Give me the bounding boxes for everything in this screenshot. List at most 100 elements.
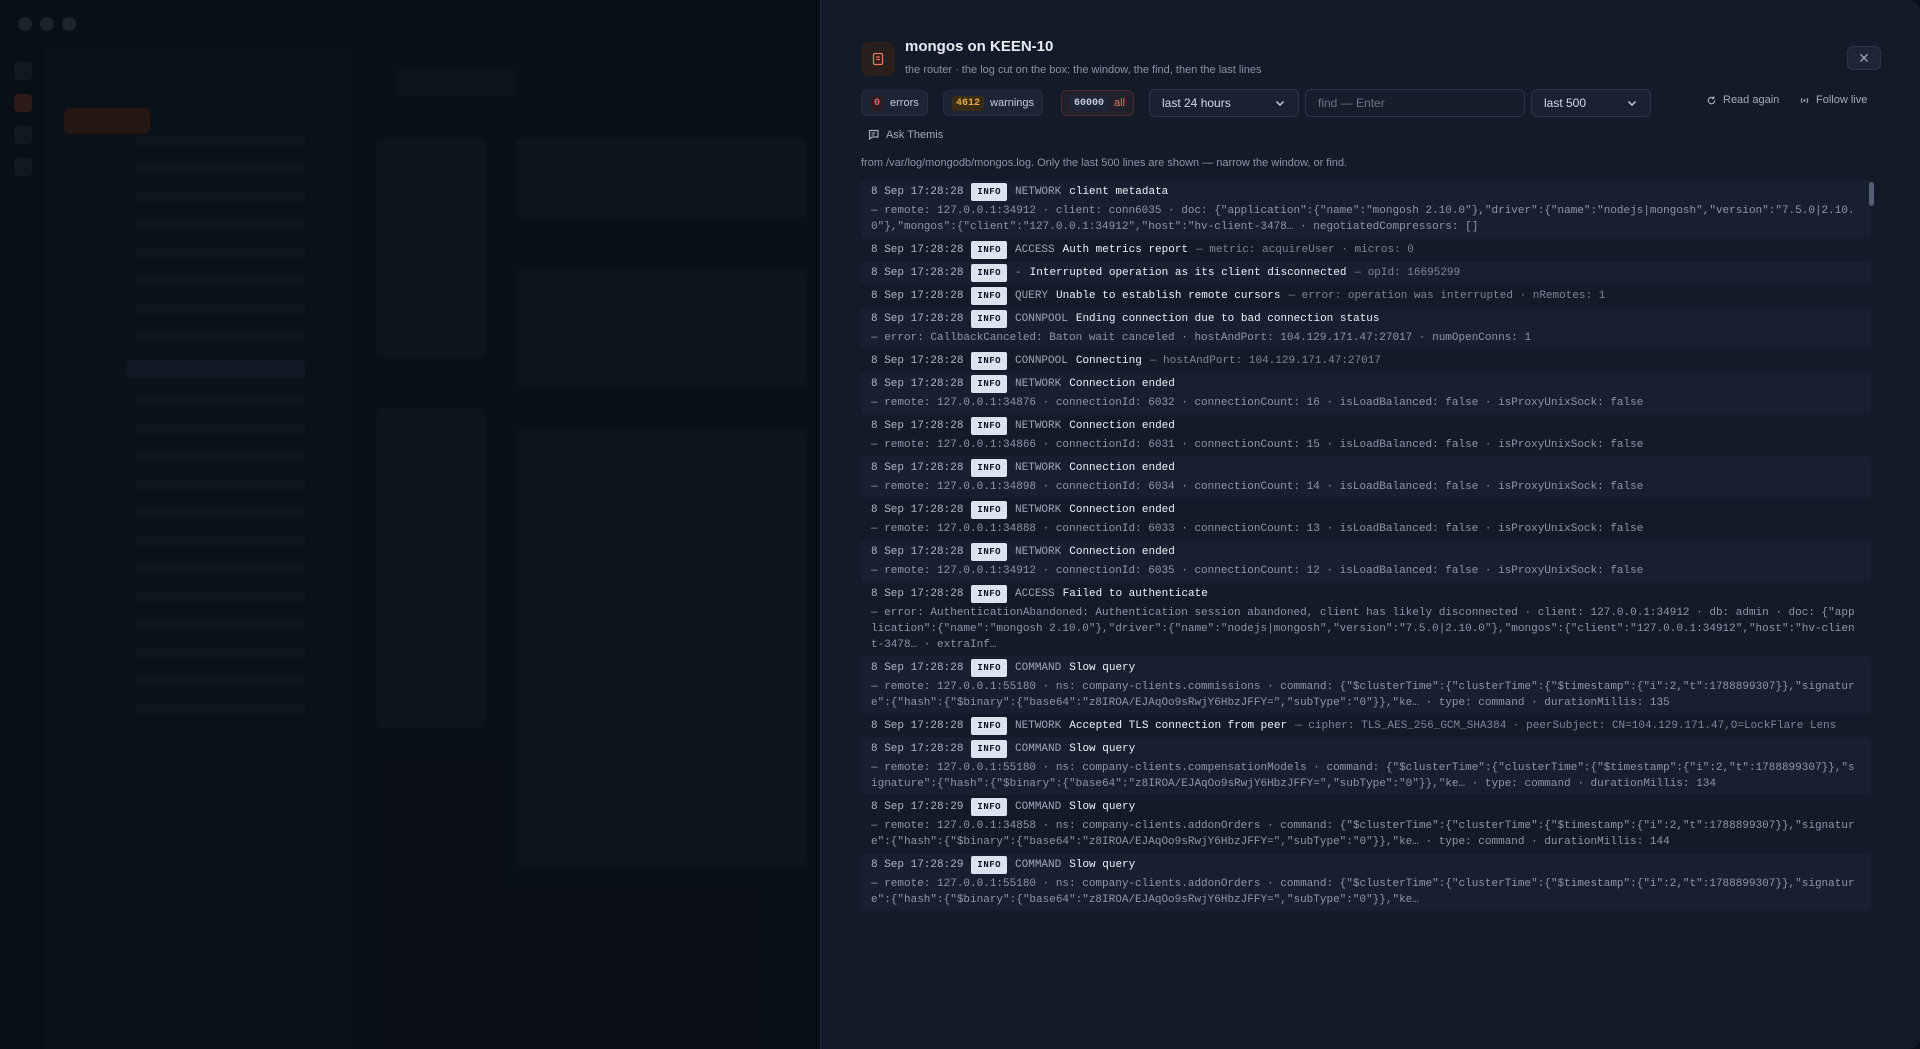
log-attributes: — remote: 127.0.0.1:34898 · connectionId… [871,481,1644,493]
log-entry[interactable]: 8 Sep 17:28:28 INFO COMMAND Slow query — rem… [861,737,1871,795]
log-entry[interactable]: 8 Sep 17:28:28 INFO QUERY Unable to establi… [861,284,1871,307]
log-component: - [1015,266,1022,279]
log-timestamp: 8 Sep 17:28:28 [871,719,964,732]
log-entry-header: 8 Sep 17:28:28 INFO NETWORK Connection ende… [871,374,1861,393]
log-component: NETWORK [1015,419,1062,432]
modal-scrim[interactable] [0,0,820,1049]
log-entry-header: 8 Sep 17:28:28 INFO ACCESS Failed to authen… [871,584,1861,603]
log-inline-attrs: — hostAndPort: 104.129.171.47:27017 [1149,354,1381,367]
log-entry[interactable]: 8 Sep 17:28:28 INFO NETWORK client metadata… [861,180,1871,238]
find-placeholder: find — Enter [1318,96,1385,110]
log-entry[interactable]: 8 Sep 17:28:28 INFO CONNPOOL Connecting — ho… [861,349,1871,372]
log-timestamp: 8 Sep 17:28:28 [871,587,964,600]
log-timestamp: 8 Sep 17:28:28 [871,243,964,256]
log-timestamp: 8 Sep 17:28:28 [871,266,964,279]
log-entry[interactable]: 8 Sep 17:28:29 INFO COMMAND Slow query — rem… [861,795,1871,853]
line-limit-select[interactable]: last 500 [1531,89,1651,117]
log-scroll-thumb[interactable] [1869,182,1874,206]
log-attributes: — remote: 127.0.0.1:55180 · ns: company-… [871,681,1855,709]
find-input[interactable]: find — Enter [1305,89,1525,117]
log-list[interactable]: 8 Sep 17:28:28 INFO NETWORK client metadata… [861,180,1871,967]
log-inline-attrs: — cipher: TLS_AES_256_GCM_SHA384 · peerS… [1295,719,1837,732]
log-message: Interrupted operation as its client disc… [1029,266,1347,279]
follow-live-button[interactable]: Follow live [1799,94,1867,106]
log-entry-header: 8 Sep 17:28:28 INFO NETWORK Connection ende… [871,458,1861,477]
log-entry[interactable]: 8 Sep 17:28:29 INFO COMMAND Slow query — rem… [861,853,1871,911]
log-message: Slow query [1069,800,1136,813]
all-filter-chip[interactable]: 60000 all [1061,90,1135,116]
log-component: CONNPOOL [1015,354,1068,367]
log-component: QUERY [1015,289,1049,302]
read-again-label: Read again [1723,94,1780,106]
log-entry[interactable]: 8 Sep 17:28:28 INFO ACCESS Failed to authen… [861,582,1871,656]
log-message: client metadata [1069,185,1169,198]
log-attributes: — remote: 127.0.0.1:34912 · client: conn… [871,205,1855,233]
log-level-badge: INFO [971,416,1008,435]
line-limit-value: last 500 [1544,96,1587,110]
log-attributes: — remote: 127.0.0.1:34888 · connectionId… [871,523,1644,535]
warnings-label: warnings [990,97,1035,109]
log-timestamp: 8 Sep 17:28:28 [871,419,964,432]
log-component: ACCESS [1015,587,1055,600]
log-level-badge: INFO [971,240,1008,259]
log-component: NETWORK [1015,503,1062,516]
ask-themis-label: Ask Themis [886,128,944,141]
errors-filter-chip[interactable]: 0 errors [861,90,928,116]
log-file-icon [861,42,895,76]
log-entry-header: 8 Sep 17:28:28 INFO COMMAND Slow query [871,739,1861,758]
read-again-button[interactable]: Read again [1706,94,1779,106]
log-component: ACCESS [1015,243,1055,256]
app-window: mongos on KEEN-10 the router · the log c… [0,0,1920,1049]
log-inline-attrs: — metric: acquireUser · micros: 0 [1196,243,1414,256]
log-entry[interactable]: 8 Sep 17:28:28 INFO CONNPOOL Ending connect… [861,307,1871,349]
log-timestamp: 8 Sep 17:28:28 [871,545,964,558]
warnings-filter-chip[interactable]: 4612 warnings [943,90,1044,116]
log-level-badge: INFO [971,500,1008,519]
log-component: CONNPOOL [1015,312,1068,325]
log-entry[interactable]: 8 Sep 17:28:28 INFO COMMAND Slow query — rem… [861,656,1871,714]
panel-subtitle: the router · the log cut on the box: the… [905,64,1262,76]
all-count: 60000 [1070,95,1109,111]
log-entry[interactable]: 8 Sep 17:28:28 INFO NETWORK Connection ende… [861,540,1871,582]
log-timestamp: 8 Sep 17:28:28 [871,661,964,674]
log-message: Connection ended [1069,377,1175,390]
errors-count: 0 [870,95,885,111]
log-message: Slow query [1069,661,1136,674]
log-message: Slow query [1069,858,1136,871]
log-attributes: — remote: 127.0.0.1:55180 · ns: company-… [871,762,1855,790]
log-attributes: — remote: 127.0.0.1:34858 · ns: company-… [871,820,1855,848]
log-entry[interactable]: 8 Sep 17:28:28 INFO NETWORK Accepted TLS co… [861,714,1871,737]
log-attributes: — remote: 127.0.0.1:34866 · connectionId… [871,439,1644,451]
log-level-badge: INFO [971,797,1008,816]
log-entry-header: 8 Sep 17:28:28 INFO NETWORK client metadata [871,182,1861,201]
log-message: Auth metrics report [1062,243,1189,256]
follow-live-label: Follow live [1816,94,1868,106]
log-scrollbar[interactable] [1869,180,1874,967]
log-level-badge: INFO [971,309,1008,328]
log-entry[interactable]: 8 Sep 17:28:28 INFO NETWORK Connection ende… [861,414,1871,456]
log-entry[interactable]: 8 Sep 17:28:28 INFO - Interrupted operation… [861,261,1871,284]
log-message: Connecting [1075,354,1142,367]
log-level-badge: INFO [971,263,1008,282]
log-entry[interactable]: 8 Sep 17:28:28 INFO ACCESS Auth metrics rep… [861,238,1871,261]
log-entry[interactable]: 8 Sep 17:28:28 INFO NETWORK Connection ende… [861,498,1871,540]
log-component: NETWORK [1015,461,1062,474]
log-message: Connection ended [1069,545,1175,558]
log-component: COMMAND [1015,661,1062,674]
log-attributes: — error: CallbackCanceled: Baton wait ca… [871,332,1532,344]
log-level-badge: INFO [971,584,1008,603]
log-entry[interactable]: 8 Sep 17:28:28 INFO NETWORK Connection ende… [861,372,1871,414]
log-level-badge: INFO [971,658,1008,677]
log-entry-header: 8 Sep 17:28:28 INFO NETWORK Connection ende… [871,542,1861,561]
ask-themis-button[interactable]: Ask Themis [867,128,943,141]
log-attributes: — remote: 127.0.0.1:34876 · connectionId… [871,397,1644,409]
time-window-select[interactable]: last 24 hours [1149,89,1299,117]
close-button[interactable]: ✕ [1847,46,1881,70]
log-entry[interactable]: 8 Sep 17:28:28 INFO NETWORK Connection ende… [861,456,1871,498]
log-entry-header: 8 Sep 17:28:28 INFO - Interrupted operation… [871,263,1861,282]
log-level-badge: INFO [971,542,1008,561]
log-entry-header: 8 Sep 17:28:28 INFO NETWORK Accepted TLS co… [871,716,1861,735]
all-label: all [1114,97,1126,109]
log-inline-attrs: — error: operation was interrupted · nRe… [1288,289,1606,302]
log-component: NETWORK [1015,719,1062,732]
